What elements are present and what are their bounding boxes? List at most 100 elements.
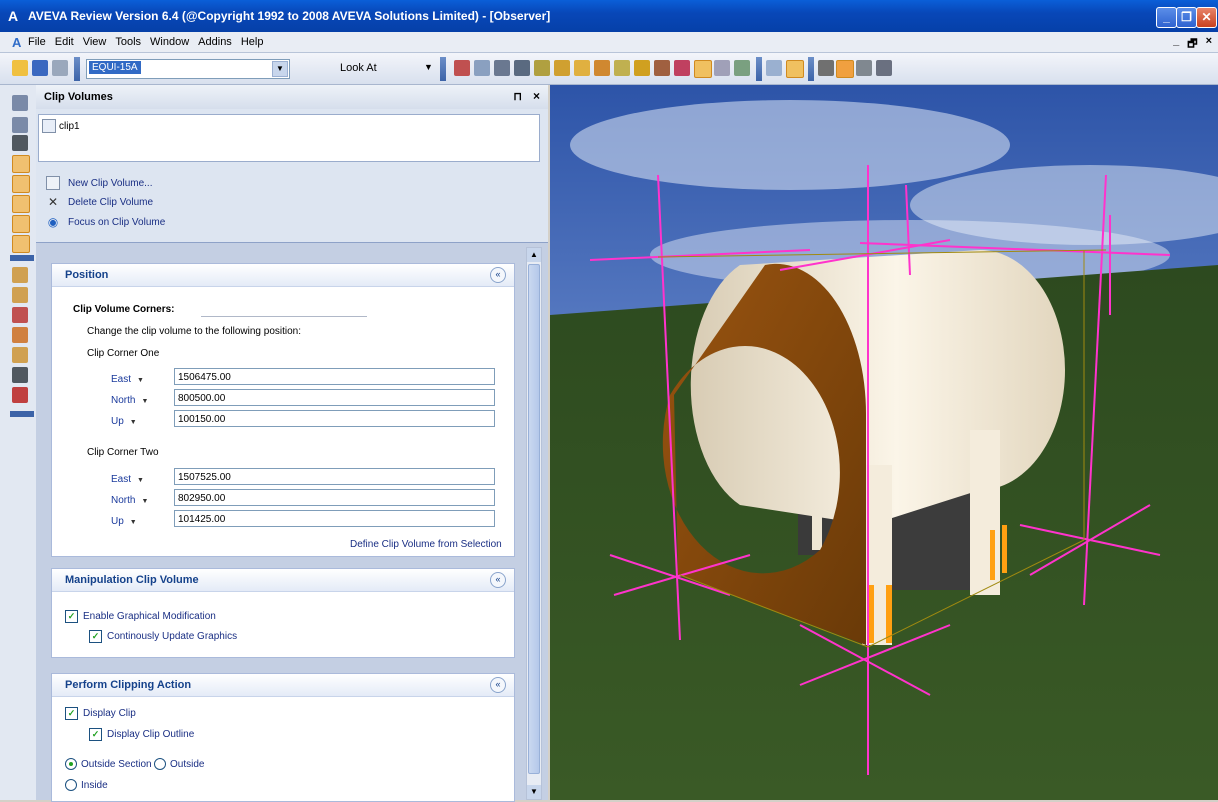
save-icon[interactable] xyxy=(32,60,48,76)
restore-button[interactable]: ❐ xyxy=(1176,7,1197,28)
window-icon[interactable] xyxy=(766,60,782,76)
delete-clip-volume-button[interactable]: ✕ Delete Clip Volume xyxy=(46,195,153,209)
up-dropdown[interactable]: Up ▼ xyxy=(111,516,137,527)
focus-clip-volume-button[interactable]: ◉ Focus on Clip Volume xyxy=(46,215,166,229)
element-combo[interactable]: EQUI-15A ▼ xyxy=(86,59,290,79)
inside-radio[interactable]: Inside xyxy=(65,779,108,791)
manipulation-header[interactable]: Manipulation Clip Volume « xyxy=(52,569,514,592)
toolbar-grip[interactable] xyxy=(10,411,34,417)
scroll-down-icon[interactable]: ▼ xyxy=(527,785,541,799)
cut-icon[interactable] xyxy=(12,367,28,383)
menu-edit[interactable]: Edit xyxy=(55,36,74,48)
corner-two-east-field[interactable]: 1507525.00 xyxy=(174,468,495,485)
corner-one-east-field[interactable]: 1506475.00 xyxy=(174,368,495,385)
clash-icon[interactable] xyxy=(614,60,630,76)
north-dropdown[interactable]: North ▼ xyxy=(111,495,148,506)
print-icon[interactable] xyxy=(52,60,68,76)
display-outline-checkbox[interactable]: ✓ Display Clip Outline xyxy=(89,728,194,741)
up-dropdown[interactable]: Up ▼ xyxy=(111,416,137,427)
collapse-chevron-icon[interactable]: « xyxy=(490,677,506,693)
open-icon[interactable] xyxy=(12,60,28,76)
camera-icon[interactable] xyxy=(514,60,530,76)
minimize-button[interactable]: _ xyxy=(1156,7,1177,28)
animation-icon[interactable] xyxy=(534,60,550,76)
collapse-chevron-icon[interactable]: « xyxy=(490,267,506,283)
east-dropdown[interactable]: East ▼ xyxy=(111,374,144,385)
clip-tool-icon[interactable] xyxy=(12,215,30,233)
list-item[interactable]: clip1 xyxy=(42,119,80,133)
clip-tool-icon[interactable] xyxy=(12,155,30,173)
walk-mode-icon[interactable] xyxy=(818,60,834,76)
menu-view[interactable]: View xyxy=(83,36,107,48)
orbit-icon[interactable] xyxy=(876,60,892,76)
chevron-down-icon[interactable]: ▼ xyxy=(272,61,288,77)
clip-tool-icon[interactable] xyxy=(12,175,30,193)
new-clip-volume-button[interactable]: New Clip Volume... xyxy=(46,176,152,190)
axis-icon[interactable] xyxy=(12,387,28,403)
walk-icon[interactable] xyxy=(554,60,570,76)
group-icon[interactable] xyxy=(12,347,28,363)
clip-volume-icon[interactable] xyxy=(694,60,712,78)
close-button[interactable]: ✕ xyxy=(1196,7,1217,28)
markup-icon[interactable] xyxy=(594,60,610,76)
gauge-icon[interactable] xyxy=(12,267,28,283)
person-icon[interactable] xyxy=(12,327,28,343)
tag-icon[interactable] xyxy=(674,60,690,76)
look-at-dropdown-icon[interactable]: ▼ xyxy=(424,62,433,72)
toolbar-grip[interactable] xyxy=(808,57,814,81)
toolbar-grip[interactable] xyxy=(440,57,446,81)
corner-two-north-field[interactable]: 802950.00 xyxy=(174,489,495,506)
warning-icon[interactable] xyxy=(12,287,28,303)
clipping-header[interactable]: Perform Clipping Action « xyxy=(52,674,514,697)
toolbar-grip[interactable] xyxy=(10,255,34,261)
collapse-chevron-icon[interactable]: « xyxy=(490,572,506,588)
position-header[interactable]: Position « xyxy=(52,264,514,287)
east-dropdown[interactable]: East ▼ xyxy=(111,474,144,485)
menu-help[interactable]: Help xyxy=(241,36,264,48)
flag-icon[interactable] xyxy=(12,307,28,323)
define-from-selection-link[interactable]: Define Clip Volume from Selection xyxy=(350,539,502,550)
enable-graphical-checkbox[interactable]: ✓ Enable Graphical Modification xyxy=(65,610,216,623)
continuous-update-checkbox[interactable]: ✓ Continously Update Graphics xyxy=(89,630,237,643)
panel-close-button[interactable]: × xyxy=(533,89,540,103)
zoom-icon[interactable] xyxy=(474,60,490,76)
pin-icon[interactable]: ⊓ xyxy=(513,90,522,103)
move-icon[interactable] xyxy=(12,135,28,151)
vertical-scrollbar[interactable]: ▲ ▼ xyxy=(526,247,542,800)
clip-tool-icon[interactable] xyxy=(12,195,30,213)
pointer-icon[interactable] xyxy=(12,95,28,111)
toolbar-grip[interactable] xyxy=(756,57,762,81)
corner-one-up-field[interactable]: 100150.00 xyxy=(174,410,495,427)
observer-icon[interactable] xyxy=(786,60,804,78)
mdi-restore-button[interactable]: 🗗 xyxy=(1187,35,1197,54)
outside-section-radio[interactable]: Outside Section xyxy=(65,758,152,770)
section-icon[interactable] xyxy=(714,60,730,76)
scroll-thumb[interactable] xyxy=(528,264,540,774)
menu-file[interactable]: File xyxy=(28,36,46,48)
menu-tools[interactable]: Tools xyxy=(115,36,141,48)
menu-window[interactable]: Window xyxy=(150,36,189,48)
clip-list[interactable]: clip1 xyxy=(38,114,540,162)
select-icon[interactable] xyxy=(494,60,510,76)
scroll-up-icon[interactable]: ▲ xyxy=(527,248,541,262)
3d-viewport[interactable] xyxy=(550,85,1218,800)
app-menu-icon[interactable]: A xyxy=(12,35,21,50)
corner-two-up-field[interactable]: 101425.00 xyxy=(174,510,495,527)
north-dropdown[interactable]: North ▼ xyxy=(111,395,148,406)
layer-icon[interactable] xyxy=(734,60,750,76)
menu-addins[interactable]: Addins xyxy=(198,36,232,48)
sphere-icon[interactable] xyxy=(634,60,650,76)
mdi-minimize-button[interactable]: _ xyxy=(1173,35,1179,54)
material-icon[interactable] xyxy=(654,60,670,76)
clip-tool-icon[interactable] xyxy=(12,235,30,253)
mdi-close-button[interactable]: × xyxy=(1206,35,1212,54)
corner-one-north-field[interactable]: 800500.00 xyxy=(174,389,495,406)
look-at-button[interactable]: Look At xyxy=(340,62,377,74)
tool-icon[interactable] xyxy=(454,60,470,76)
outside-radio[interactable]: Outside xyxy=(154,758,204,770)
select-icon[interactable] xyxy=(12,117,28,133)
rotate-icon[interactable] xyxy=(836,60,854,78)
fly-icon[interactable] xyxy=(856,60,872,76)
measure-icon[interactable] xyxy=(574,60,590,76)
display-clip-checkbox[interactable]: ✓ Display Clip xyxy=(65,707,136,720)
